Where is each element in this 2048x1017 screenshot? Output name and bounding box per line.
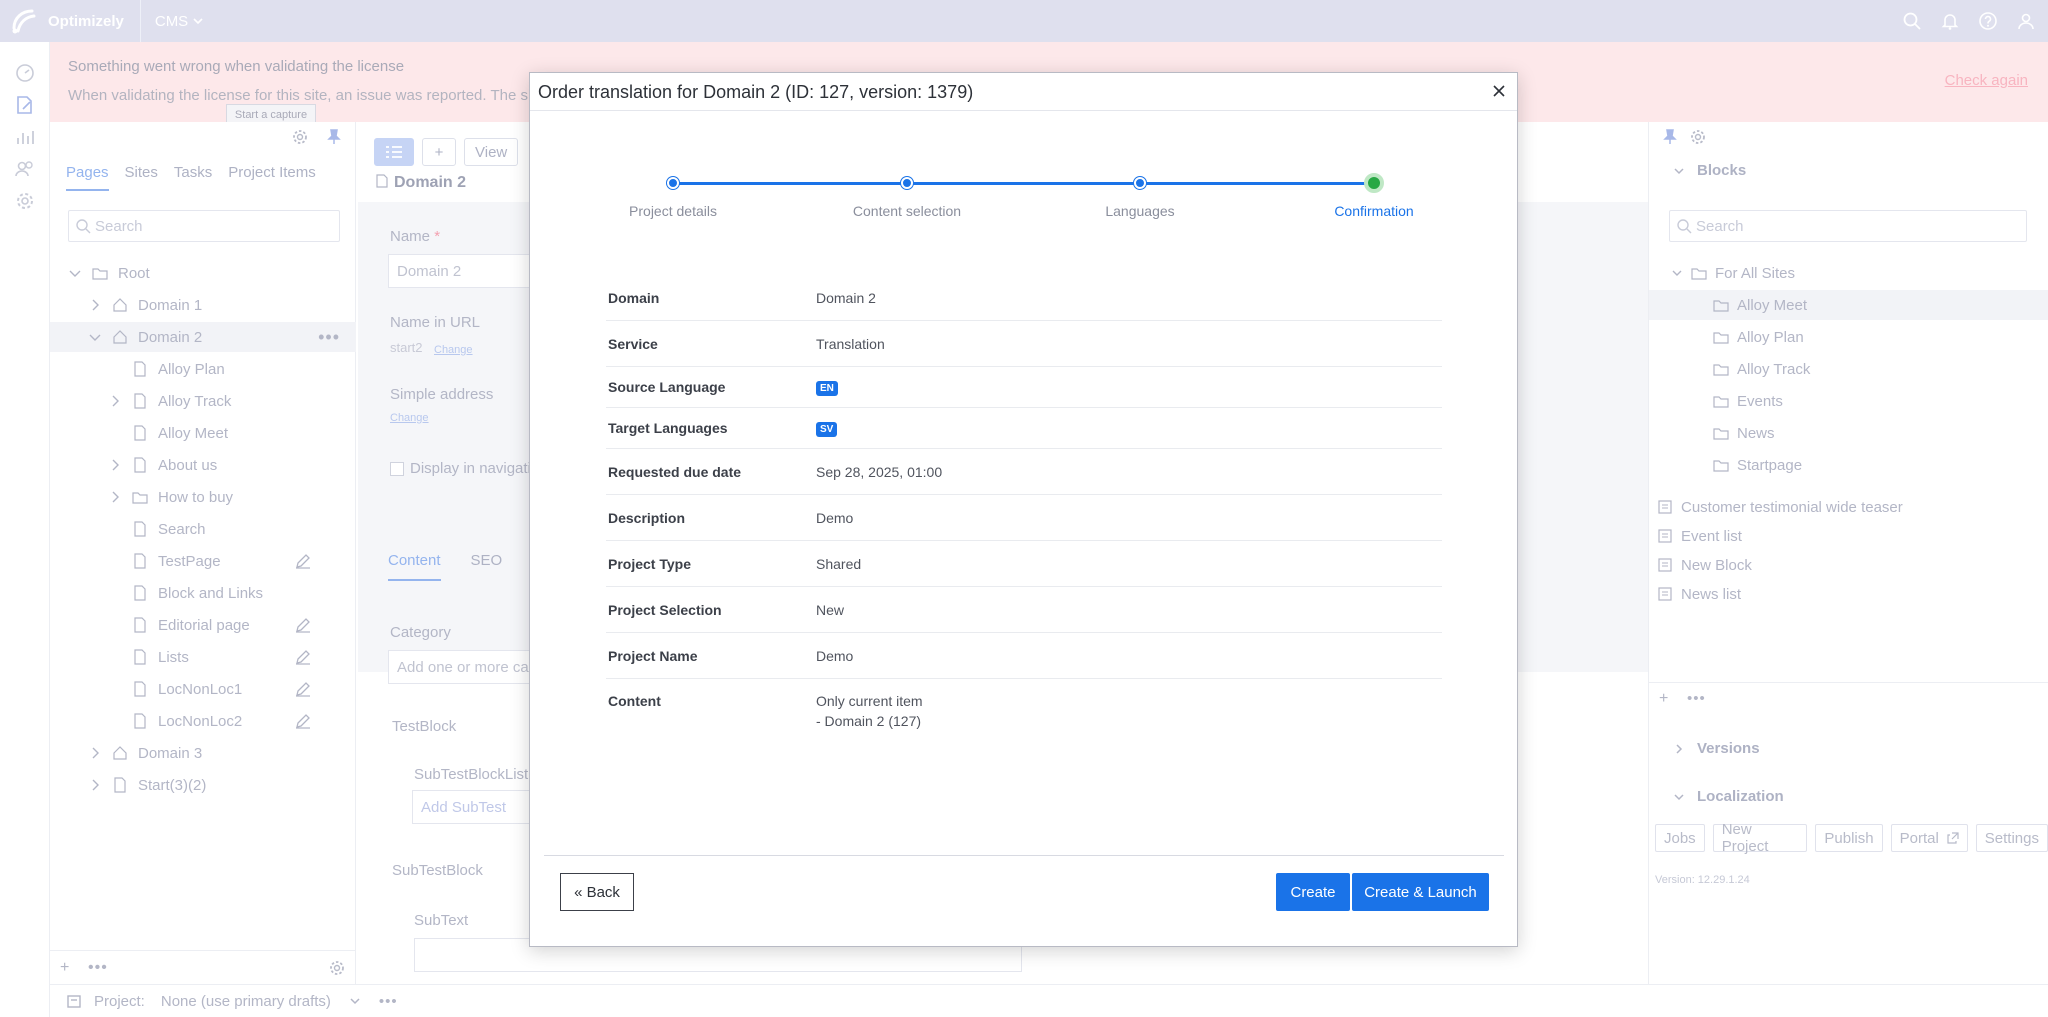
create-launch-button[interactable]: Create & Launch [1352, 873, 1489, 911]
summary-value-line: New [816, 601, 845, 618]
step-connector [907, 182, 1140, 185]
summary-value-line: Shared [816, 555, 862, 572]
footer-divider [544, 855, 1504, 856]
wizard-stepper: Project details Content selection Language… [530, 73, 1517, 223]
summary-key: Requested due date [608, 463, 742, 480]
step-label: Content selection [852, 203, 962, 219]
summary-value: Demo [816, 510, 853, 526]
summary-value-line: Translation [816, 335, 885, 352]
summary-row: Requested due date Sep 28, 2025, 01:00 [606, 449, 1442, 495]
summary-key: Target Languages [608, 420, 728, 436]
summary-value-line: Demo [816, 509, 854, 526]
summary-key: Content [608, 693, 661, 709]
summary-value: SV [816, 419, 838, 437]
summary-row: Project Selection New [606, 587, 1442, 633]
step-label: Confirmation [1334, 203, 1414, 219]
summary-key: Project Name [608, 647, 698, 664]
step-dot [1364, 173, 1384, 193]
summary-key: Project Type [608, 555, 691, 572]
step-dot [1134, 177, 1146, 189]
summary-value: Only current item - Domain 2 (127) [816, 693, 923, 729]
summary-row: Description Demo [606, 495, 1442, 541]
summary-value: New [816, 602, 844, 618]
summary-key: Domain [608, 289, 660, 306]
summary-row: Service Translation [606, 321, 1442, 367]
confirmation-summary: Domain Domain 2 Service Translation Source L… [606, 275, 1442, 729]
summary-row: Target Languages SV [606, 408, 1442, 449]
summary-row: Project Type Shared [606, 541, 1442, 587]
summary-value: Shared [816, 556, 861, 572]
summary-value-line: Demo [816, 647, 854, 664]
step-dot [667, 177, 679, 189]
step-label: Languages [1105, 203, 1175, 219]
step-connector [1140, 182, 1374, 185]
step-label: Project details [629, 203, 717, 219]
summary-row: Content Only current item - Domain 2 (127) [606, 679, 1442, 729]
summary-value: Demo [816, 648, 853, 664]
summary-value: Sep 28, 2025, 01:00 [816, 464, 942, 480]
language-badge: EN [816, 381, 838, 396]
summary-value: EN [816, 378, 838, 396]
summary-value-line: Domain 2 [816, 289, 876, 306]
summary-row: Source Language EN [606, 367, 1442, 408]
summary-row: Domain Domain 2 [606, 275, 1442, 321]
summary-value: Domain 2 [816, 290, 876, 306]
summary-key: Service [608, 335, 658, 352]
summary-key: Project Selection [608, 601, 722, 618]
summary-key: Description [608, 509, 686, 526]
summary-row: Project Name Demo [606, 633, 1442, 679]
summary-key: Source Language [608, 379, 726, 395]
step-connector [673, 182, 907, 185]
summary-value-line: Sep 28, 2025, 01:00 [816, 463, 943, 480]
create-button[interactable]: Create [1276, 873, 1350, 911]
language-badge: SV [816, 422, 838, 437]
summary-value: Translation [816, 336, 885, 352]
step-dot [901, 177, 913, 189]
order-translation-dialog: Order translation for Domain 2 (ID: 127,… [529, 72, 1518, 947]
summary-value-line: - Domain 2 (127) [816, 713, 922, 729]
summary-value-line: Only current item [816, 693, 923, 709]
back-button[interactable]: « Back [560, 873, 634, 911]
